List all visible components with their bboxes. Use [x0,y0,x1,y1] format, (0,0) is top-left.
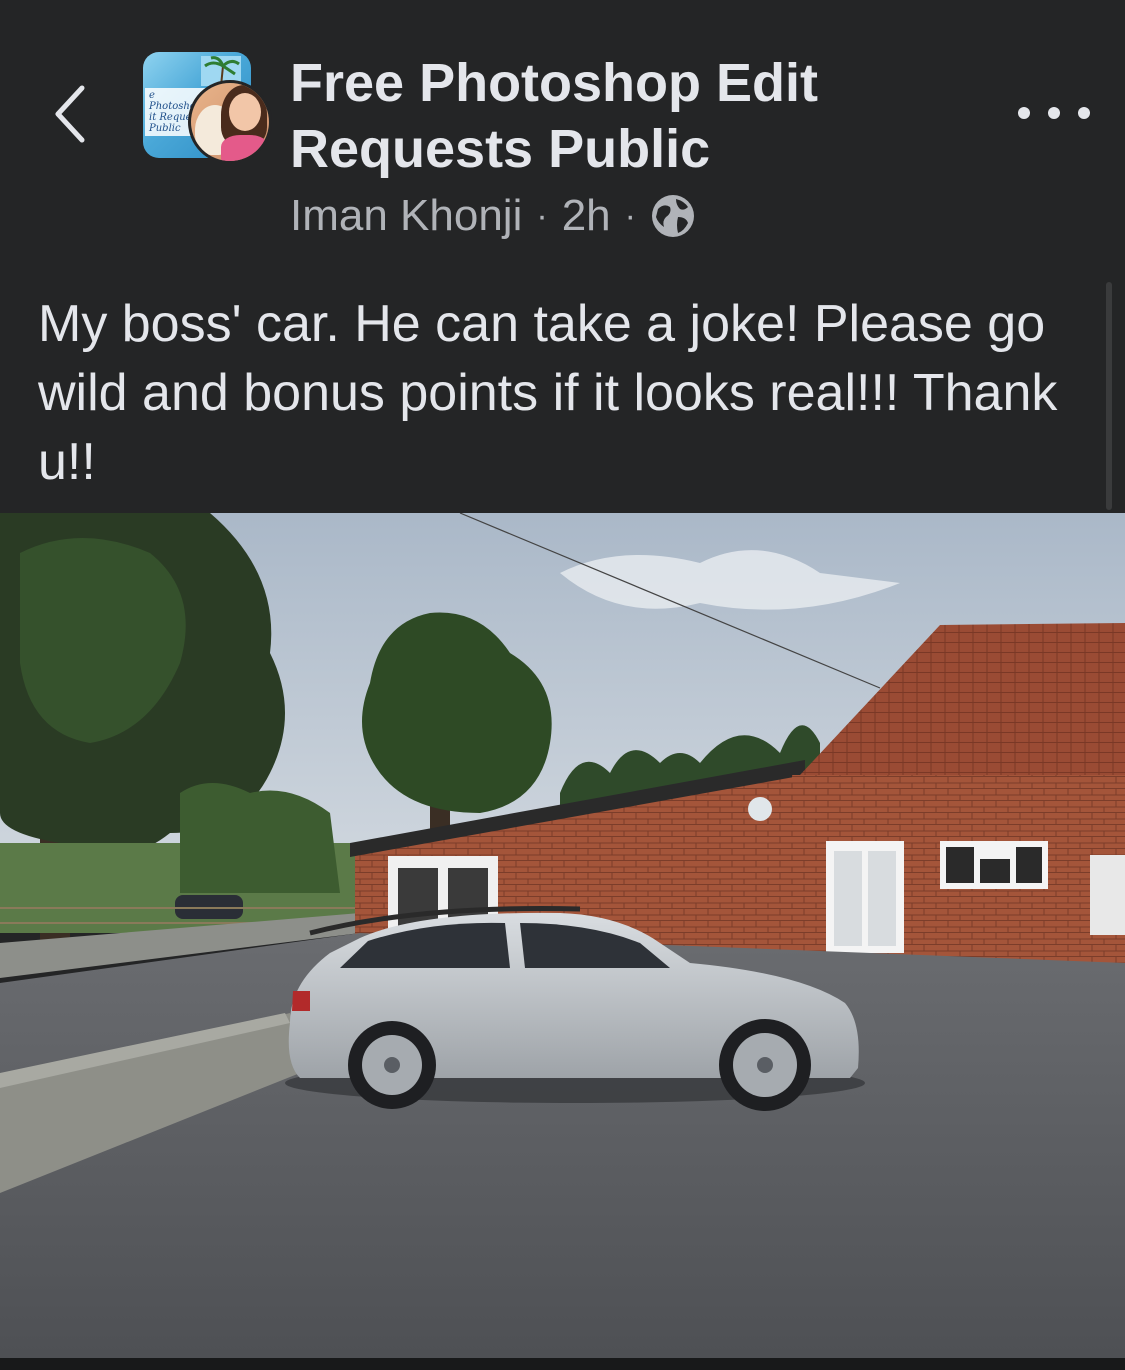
shirt-shape [221,135,269,161]
chevron-left-icon [55,85,85,143]
meta-separator: · [624,196,636,235]
more-dot [1078,107,1090,119]
post-header: e Photoshop it Request Public Free Photo… [0,0,1125,270]
post-meta: Iman Khonji · 2h · [290,188,696,244]
car-photo [0,513,1125,1358]
group-avatar[interactable]: e Photoshop it Request Public [143,52,272,164]
scrollbar[interactable] [1106,282,1112,510]
face-shape [229,93,261,131]
author-avatar[interactable] [188,80,272,164]
more-options-button[interactable] [1018,90,1090,136]
bottom-divider [0,1358,1125,1370]
post-photo[interactable] [0,513,1125,1358]
more-dot [1018,107,1030,119]
author-name[interactable]: Iman Khonji [290,191,522,241]
globe-icon[interactable] [650,193,696,239]
group-name[interactable]: Free Photoshop Edit Requests Public [290,50,930,182]
post-time[interactable]: 2h [562,191,611,241]
more-dot [1048,107,1060,119]
post-text: My boss' car. He can take a joke! Please… [38,295,1058,491]
back-button[interactable] [40,78,100,150]
meta-separator: · [536,196,548,235]
